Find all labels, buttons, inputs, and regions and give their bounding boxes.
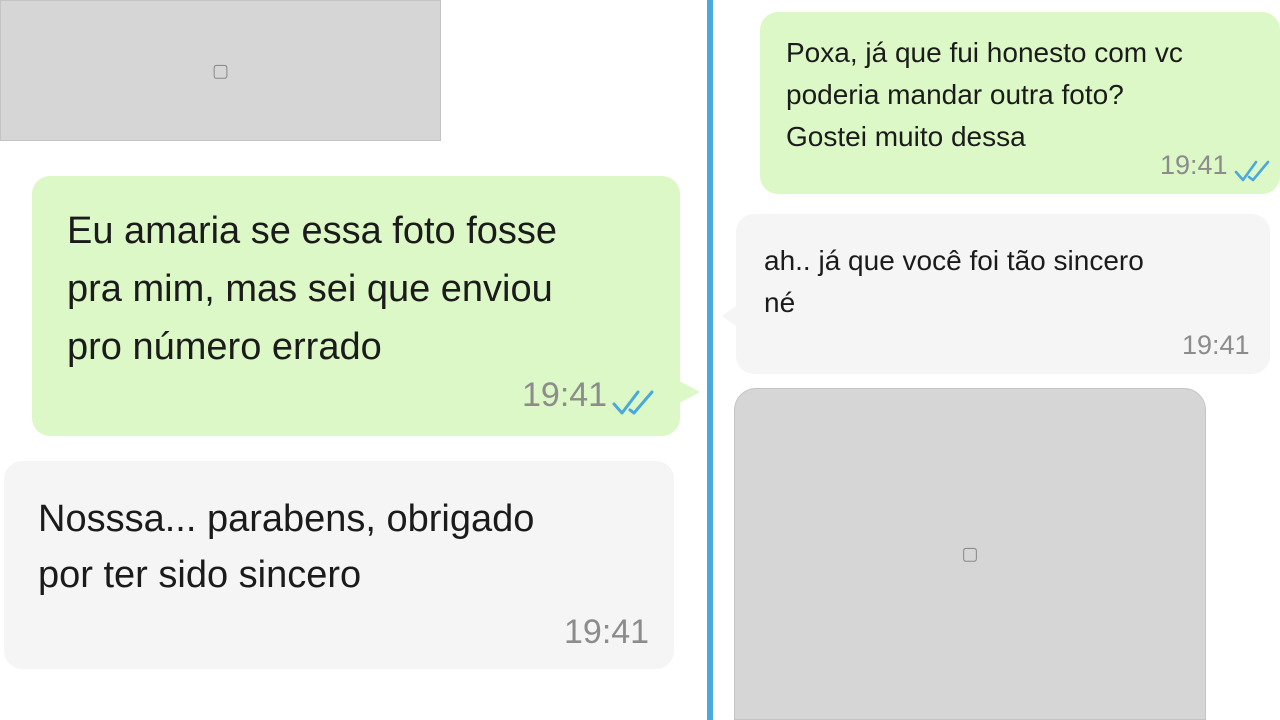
- panel-divider: [704, 0, 716, 720]
- outgoing-message-bubble: Eu amaria se essa foto fosse pra mim, ma…: [32, 176, 680, 436]
- bubble-tail: [722, 300, 744, 332]
- double-check-icon: [1234, 160, 1270, 182]
- incoming-message-bubble: ah.. já que você foi tão sincero né 19:4…: [736, 214, 1270, 374]
- incoming-message-bubble: Nosssa... parabens, obrigado por ter sid…: [4, 461, 674, 669]
- message-text: Poxa, já que fui honesto com vc poderia …: [786, 37, 1183, 152]
- outgoing-message-bubble: Poxa, já que fui honesto com vc poderia …: [760, 12, 1280, 194]
- message-time: 19:41: [564, 613, 650, 651]
- message-time: 19:41: [1160, 150, 1228, 180]
- photo-placeholder[interactable]: ▢: [0, 0, 441, 141]
- photo-label: ▢: [961, 543, 979, 564]
- photo-label: ▢: [211, 60, 229, 80]
- double-check-icon: [612, 390, 654, 415]
- message-time: 19:41: [1182, 330, 1250, 360]
- message-text: Nosssa... parabens, obrigado por ter sid…: [38, 498, 535, 596]
- message-time: 19:41: [522, 376, 608, 414]
- message-text: Eu amaria se essa foto fosse pra mim, ma…: [67, 210, 558, 368]
- chat-panel-right: Poxa, já que fui honesto com vc poderia …: [716, 0, 1280, 720]
- photo-placeholder[interactable]: ▢: [734, 388, 1206, 720]
- bubble-tail: [670, 376, 700, 408]
- divider-line: [707, 0, 713, 720]
- message-text: ah.. já que você foi tão sincero né: [764, 245, 1144, 318]
- chat-panel-left: ▢ Eu amaria se essa foto fosse pra mim, …: [0, 0, 704, 720]
